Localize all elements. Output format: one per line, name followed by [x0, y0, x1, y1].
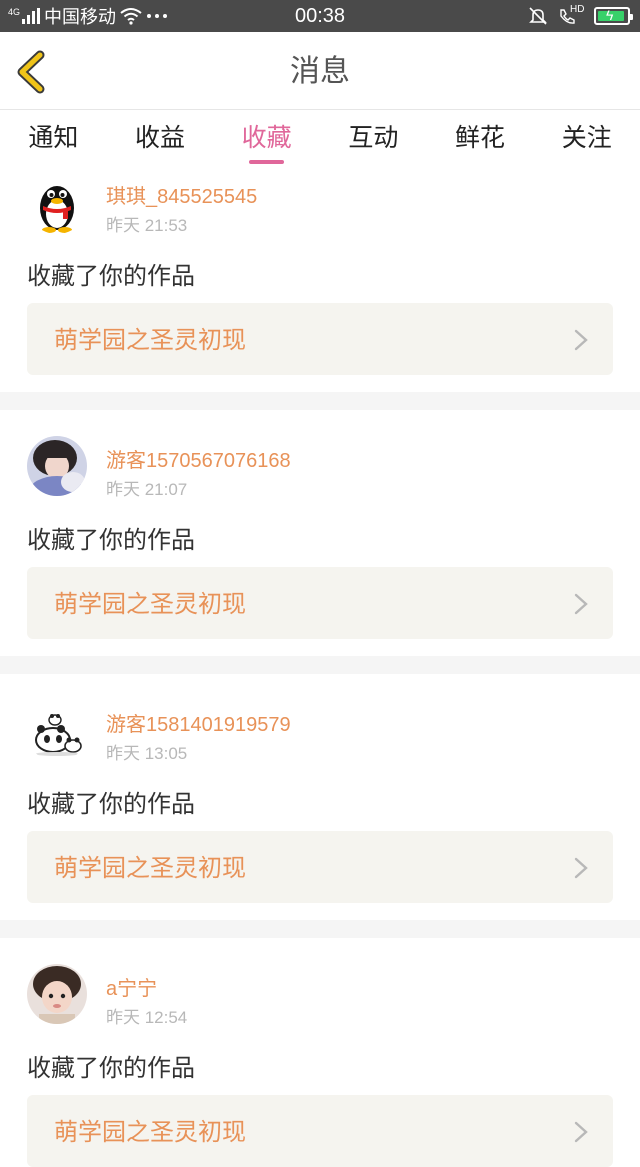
- active-tab-indicator: [249, 160, 285, 164]
- tab-favorites[interactable]: 收藏: [213, 110, 320, 172]
- work-link[interactable]: 萌学园之圣灵初现: [27, 567, 613, 639]
- card-divider: [0, 392, 640, 410]
- navigation-header: 消息: [0, 32, 640, 110]
- message-card: 游客1570567076168 昨天 21:07 收藏了你的作品 萌学园之圣灵初…: [0, 410, 640, 639]
- work-title: 萌学园之圣灵初现: [54, 326, 246, 354]
- message-card: 游客1581401919579 昨天 13:05 收藏了你的作品 萌学园之圣灵初…: [0, 674, 640, 903]
- card-divider: [0, 656, 640, 674]
- username[interactable]: a宁宁: [106, 972, 157, 1001]
- chevron-right-icon: [574, 329, 588, 351]
- username[interactable]: 琪琪_845525545: [106, 180, 257, 209]
- penguin-avatar[interactable]: [27, 174, 87, 234]
- hd-label: HD: [570, 4, 585, 15]
- message-card: a宁宁 昨天 12:54 收藏了你的作品 萌学园之圣灵初现: [0, 938, 640, 1167]
- tab-notifications[interactable]: 通知: [0, 110, 107, 172]
- username[interactable]: 游客1581401919579: [106, 708, 291, 737]
- chevron-right-icon: [574, 857, 588, 879]
- action-text: 收藏了你的作品: [27, 790, 195, 818]
- action-text: 收藏了你的作品: [27, 526, 195, 554]
- page-title: 消息: [290, 54, 350, 89]
- work-title: 萌学园之圣灵初现: [54, 1118, 246, 1146]
- work-title: 萌学园之圣灵初现: [54, 854, 246, 882]
- tab-label: 通知: [28, 123, 79, 152]
- status-right: HD ϟ: [528, 4, 633, 28]
- tab-label: 收藏: [241, 123, 292, 152]
- child-photo-avatar[interactable]: [27, 964, 87, 1024]
- message-time: 昨天 13:05: [106, 744, 188, 763]
- tab-label: 鲜花: [455, 123, 506, 152]
- tab-label: 收益: [135, 123, 186, 152]
- card-divider: [0, 920, 640, 938]
- hd-call-icon: HD: [558, 4, 585, 26]
- girl-photo-avatar[interactable]: [27, 436, 87, 496]
- tab-label: 互动: [348, 123, 399, 152]
- message-card: 琪琪_845525545 昨天 21:53 收藏了你的作品 萌学园之圣灵初现: [0, 172, 640, 392]
- tab-follows[interactable]: 关注: [533, 110, 640, 172]
- work-link[interactable]: 萌学园之圣灵初现: [27, 831, 613, 903]
- chevron-right-icon: [574, 593, 588, 615]
- mute-bell-icon: [529, 7, 547, 25]
- username[interactable]: 游客1570567076168: [106, 444, 291, 473]
- tab-earnings[interactable]: 收益: [107, 110, 214, 172]
- panda-avatar[interactable]: [27, 702, 87, 762]
- work-link[interactable]: 萌学园之圣灵初现: [27, 1095, 613, 1167]
- tab-flowers[interactable]: 鲜花: [427, 110, 534, 172]
- message-time: 昨天 21:53: [106, 216, 188, 235]
- work-link[interactable]: 萌学园之圣灵初现: [27, 303, 613, 375]
- status-bar: 4G 中国移动 00:38 HD ϟ: [0, 0, 640, 32]
- message-time: 昨天 12:54: [106, 1008, 188, 1027]
- tab-label: 关注: [561, 123, 612, 152]
- tab-bar: 通知 收益 收藏 互动 鲜花 关注: [0, 110, 640, 172]
- tab-interactions[interactable]: 互动: [320, 110, 427, 172]
- work-title: 萌学园之圣灵初现: [54, 590, 246, 618]
- chevron-right-icon: [574, 1121, 588, 1143]
- message-time: 昨天 21:07: [106, 480, 188, 499]
- battery-charging-icon: ϟ: [594, 7, 633, 25]
- action-text: 收藏了你的作品: [27, 262, 195, 290]
- action-text: 收藏了你的作品: [27, 1054, 195, 1082]
